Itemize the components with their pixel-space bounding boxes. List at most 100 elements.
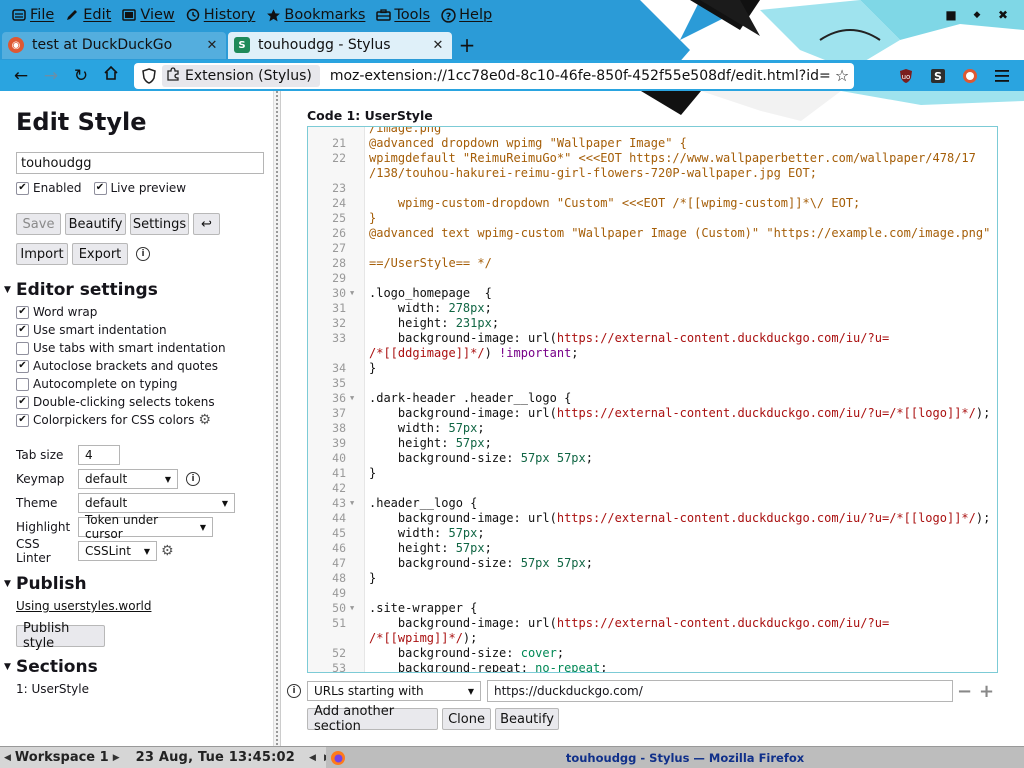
add-applies-icon[interactable]: + — [979, 681, 994, 702]
code-line[interactable]: 27 — [308, 241, 997, 256]
option-tabs-smart-indent[interactable]: Use tabs with smart indentation — [16, 339, 273, 357]
option-checkbox[interactable] — [16, 341, 29, 355]
option-checkbox[interactable]: ✔ — [16, 323, 29, 337]
sections-heading[interactable]: ▼ Sections — [4, 656, 273, 678]
add-section-button[interactable]: Add another section — [307, 704, 438, 734]
style-name-input[interactable] — [16, 152, 264, 174]
code-line[interactable]: 26 @advanced text wpimg-custom "Wallpaper… — [308, 226, 997, 241]
editor-settings-heading[interactable]: ▼ Editor settings — [4, 279, 273, 301]
save-button[interactable]: Save — [16, 213, 61, 235]
close-tab-icon[interactable]: ✕ — [430, 38, 446, 53]
prev-window-icon[interactable]: ◀ — [305, 753, 320, 763]
prev-workspace-icon[interactable]: ◀ — [0, 753, 15, 763]
menu-help[interactable]: ? Help — [435, 2, 497, 28]
code-line[interactable]: 44 background-image: url(https://externa… — [308, 511, 997, 526]
minimize-button[interactable]: ■ — [938, 4, 964, 26]
code-line[interactable]: 46 height: 57px; — [308, 541, 997, 556]
theme-select[interactable]: default ▼ — [78, 493, 235, 513]
code-line[interactable]: 25} — [308, 211, 997, 226]
hamburger-menu-icon[interactable] — [988, 63, 1016, 89]
option-colorpickers[interactable]: ✔ Colorpickers for CSS colors ⚙ — [16, 411, 273, 429]
info-icon[interactable]: i — [136, 247, 150, 261]
code-line[interactable]: 34} — [308, 361, 997, 376]
reload-button[interactable]: ↻ — [66, 62, 96, 90]
applies-value-input[interactable]: https://duckduckgo.com/ — [487, 680, 953, 702]
code-line[interactable]: 28 ==/UserStyle== */ — [308, 256, 997, 271]
code-line[interactable]: 51 background-image: url(https://externa… — [308, 616, 997, 631]
tab-size-input[interactable]: 4 — [78, 445, 120, 465]
code-line[interactable]: 36 ▼ .dark-header .header__logo { — [308, 391, 997, 406]
keymap-select[interactable]: default ▼ — [78, 469, 178, 489]
option-checkbox[interactable]: ✔ — [16, 359, 29, 373]
enabled-checkbox[interactable]: ✔ — [16, 181, 29, 195]
option-checkbox[interactable] — [16, 377, 29, 391]
taskbar-window-firefox[interactable]: touhoudgg - Stylus — Mozilla Firefox — [326, 747, 1024, 768]
option-word-wrap[interactable]: ✔ Word wrap — [16, 303, 273, 321]
tracking-shield-icon[interactable] — [138, 67, 160, 84]
code-line[interactable]: 38 width: 57px; — [308, 421, 997, 436]
code-line[interactable]: /image.png — [308, 127, 997, 136]
option-checkbox[interactable]: ✔ — [16, 395, 29, 409]
section-list-item[interactable]: 1: UserStyle — [16, 682, 273, 696]
code-editor[interactable]: /image.png 21 @advanced dropdown wpimg "Wa… — [307, 126, 998, 673]
code-line[interactable]: /*[[wpimg]]*/); — [308, 631, 997, 646]
option-checkbox[interactable]: ✔ — [16, 305, 29, 319]
duckduckgo-extension-icon[interactable] — [956, 63, 984, 89]
menu-bookmarks[interactable]: Bookmarks — [260, 2, 370, 28]
stylus-extension-icon[interactable]: S — [924, 63, 952, 89]
code-line[interactable]: 41} — [308, 466, 997, 481]
code-line[interactable]: 30 ▼ .logo_homepage { — [308, 286, 997, 301]
menu-file[interactable]: File — [6, 2, 59, 28]
code-line[interactable]: 35 — [308, 376, 997, 391]
import-button[interactable]: Import — [16, 243, 68, 265]
forward-button[interactable]: → — [36, 62, 66, 90]
code-line[interactable]: 33 background-image: url(https://externa… — [308, 331, 997, 346]
home-button[interactable] — [96, 62, 126, 90]
info-icon[interactable]: i — [287, 684, 301, 698]
code-line[interactable]: 50 ▼ .site-wrapper { — [308, 601, 997, 616]
code-line[interactable]: 31 width: 278px; — [308, 301, 997, 316]
code-line[interactable]: 32 height: 231px; — [308, 316, 997, 331]
fold-marker-icon[interactable]: ▼ — [350, 286, 360, 301]
fold-marker-icon[interactable]: ▼ — [350, 601, 360, 616]
export-button[interactable]: Export — [72, 243, 128, 265]
code-line[interactable]: 49 — [308, 586, 997, 601]
remove-applies-icon[interactable]: − — [957, 681, 972, 702]
code-line[interactable]: 37 background-image: url(https://externa… — [308, 406, 997, 421]
code-line[interactable]: 52 background-size: cover; — [308, 646, 997, 661]
url-text[interactable]: moz-extension://1cc78e0d-8c10-46fe-850f-… — [330, 68, 830, 84]
option-autocomplete[interactable]: Autocomplete on typing — [16, 375, 273, 393]
gear-icon[interactable]: ⚙ — [198, 412, 211, 428]
undo-button[interactable]: ↩ — [193, 213, 220, 235]
menu-history[interactable]: History — [180, 2, 261, 28]
url-bar[interactable]: Extension (Stylus) moz-extension://1cc78… — [134, 62, 854, 89]
clone-button[interactable]: Clone — [442, 708, 491, 730]
beautify-button[interactable]: Beautify — [65, 213, 126, 235]
info-icon[interactable]: i — [186, 472, 200, 486]
code-line[interactable]: 45 width: 57px; — [308, 526, 997, 541]
option-checkbox[interactable]: ✔ — [16, 413, 29, 427]
code-line[interactable]: 21 @advanced dropdown wpimg "Wallpaper Im… — [308, 136, 997, 151]
code-line[interactable]: 24 wpimg-custom-dropdown "Custom" <<<EOT… — [308, 196, 997, 211]
option-double-click[interactable]: ✔ Double-clicking selects tokens — [16, 393, 273, 411]
publish-heading[interactable]: ▼ Publish — [4, 573, 273, 595]
new-tab-button[interactable]: + — [454, 32, 480, 58]
menu-view[interactable]: View — [116, 2, 179, 28]
publish-style-button[interactable]: Publish style — [16, 621, 105, 651]
highlight-select[interactable]: Token under cursor ▼ — [78, 513, 213, 541]
live-preview-checkbox[interactable]: ✔ — [93, 181, 107, 195]
userstyles-world-link[interactable]: Using userstyles.world — [16, 599, 151, 613]
settings-button[interactable]: Settings — [130, 213, 189, 235]
code-line[interactable]: 53 background-repeat: no-repeat; — [308, 661, 997, 672]
code-line[interactable]: 22 wpimgdefault "ReimuReimuGo*" <<<EOT ht… — [308, 151, 997, 166]
beautify-section-button[interactable]: Beautify — [495, 708, 559, 730]
code-line[interactable]: 43 ▼ .header__logo { — [308, 496, 997, 511]
code-line[interactable]: 47 background-size: 57px 57px; — [308, 556, 997, 571]
code-line[interactable]: 48} — [308, 571, 997, 586]
tab-stylus[interactable]: S touhoudgg - Stylus ✕ — [228, 31, 452, 59]
code-line[interactable]: /*[[ddgimage]]*/) !important; — [308, 346, 997, 361]
code-line[interactable]: /138/touhou-hakurei-reimu-girl-flowers-7… — [308, 166, 997, 181]
option-autoclose[interactable]: ✔ Autoclose brackets and quotes — [16, 357, 273, 375]
code-line[interactable]: 42 — [308, 481, 997, 496]
linter-select[interactable]: CSSLint ▼ — [78, 541, 157, 561]
